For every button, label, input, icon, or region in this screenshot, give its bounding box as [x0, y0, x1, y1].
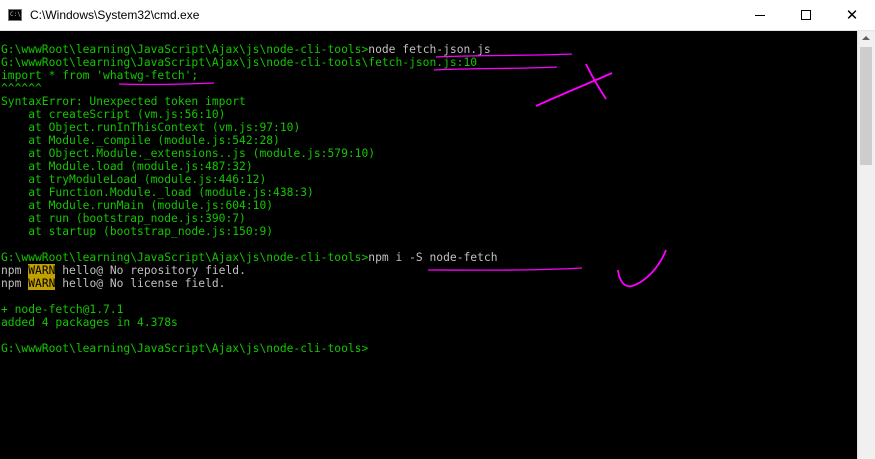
console-line: at startup (bootstrap_node.js:150:9) — [1, 225, 273, 238]
close-button[interactable]: ✕ — [829, 0, 875, 30]
warn-badge: WARN — [28, 277, 56, 290]
console-line: npm WARN hello@ No license field. — [1, 277, 225, 290]
console-line: G:\wwwRoot\learning\JavaScript\Ajax\js\n… — [1, 342, 368, 355]
stack-trace-line: at Module.runMain (module.js:604:10) — [1, 199, 274, 212]
console-error-location: G:\wwwRoot\learning\JavaScript\Ajax\js\n… — [1, 56, 478, 69]
console-error-source: import * from 'whatwg-fetch'; — [1, 69, 199, 82]
install-result: + node-fetch@1.7.1 — [1, 303, 124, 316]
console-line: npm WARN hello@ No repository field. — [1, 264, 246, 277]
title-bar[interactable]: C:\ C:\Windows\System32\cmd.exe ✕ — [0, 0, 875, 31]
console-line: added 4 packages in 4.378s — [1, 316, 178, 329]
vertical-scrollbar[interactable] — [857, 31, 875, 459]
console-line: import * from 'whatwg-fetch'; — [1, 69, 198, 82]
npm-label: npm — [1, 277, 29, 290]
console-line: ^^^^^^ — [1, 82, 42, 95]
console-prompt: G:\wwwRoot\learning\JavaScript\Ajax\js\n… — [1, 342, 369, 355]
stack-trace-line: at Object.runInThisContext (vm.js:97:10) — [1, 121, 301, 134]
cmd-window: C:\ C:\Windows\System32\cmd.exe ✕ G:\www… — [0, 0, 875, 459]
console-line: at Module.load (module.js:487:32) — [1, 160, 253, 173]
npm-label: npm — [1, 264, 29, 277]
warn-message: hello@ No license field. — [55, 277, 226, 290]
console-error-caret: ^^^^^^ — [1, 82, 42, 95]
maximize-button[interactable] — [783, 0, 829, 30]
console-line: G:\wwwRoot\learning\JavaScript\Ajax\js\n… — [1, 251, 498, 264]
stack-trace-line: at run (bootstrap_node.js:390:7) — [1, 212, 246, 225]
stack-trace-line: at tryModuleLoad (module.js:446:12) — [1, 173, 267, 186]
console-output[interactable]: G:\wwwRoot\learning\JavaScript\Ajax\js\n… — [0, 31, 857, 459]
console-line: at Module._compile (module.js:542:28) — [1, 134, 280, 147]
console-line: SyntaxError: Unexpected token import — [1, 95, 246, 108]
console-command: node fetch-json.js — [368, 43, 491, 56]
console-prompt: G:\wwwRoot\learning\JavaScript\Ajax\js\n… — [1, 251, 369, 264]
console-line: at Function.Module._load (module.js:438:… — [1, 186, 314, 199]
console-line: G:\wwwRoot\learning\JavaScript\Ajax\js\n… — [1, 56, 477, 69]
console-line: at createScript (vm.js:56:10) — [1, 108, 225, 121]
console-prompt: G:\wwwRoot\learning\JavaScript\Ajax\js\n… — [1, 43, 369, 56]
cmd-icon-text: C:\ — [10, 11, 21, 18]
console-line: + node-fetch@1.7.1 — [1, 303, 123, 316]
install-summary: added 4 packages in 4.378s — [1, 316, 178, 329]
stack-trace-line: at Module._compile (module.js:542:28) — [1, 134, 280, 147]
window-title: C:\Windows\System32\cmd.exe — [30, 8, 200, 22]
warn-message: hello@ No repository field. — [55, 264, 246, 277]
console-line: at tryModuleLoad (module.js:446:12) — [1, 173, 266, 186]
console-line: at Object.runInThisContext (vm.js:97:10) — [1, 121, 300, 134]
console-line: at run (bootstrap_node.js:390:7) — [1, 212, 246, 225]
stack-trace-line: at createScript (vm.js:56:10) — [1, 108, 226, 121]
console-line: at Object.Module._extensions..js (module… — [1, 147, 375, 160]
cmd-icon: C:\ — [8, 9, 22, 21]
stack-trace-line: at Function.Module._load (module.js:438:… — [1, 186, 314, 199]
console-line: at Module.runMain (module.js:604:10) — [1, 199, 273, 212]
maximize-icon — [801, 10, 811, 20]
scroll-up-icon[interactable] — [862, 36, 870, 40]
console-command: npm i -S node-fetch — [368, 251, 498, 264]
close-icon: ✕ — [845, 6, 859, 24]
minimize-icon — [755, 15, 765, 16]
stack-trace-line: at Module.load (module.js:487:32) — [1, 160, 253, 173]
warn-badge: WARN — [28, 264, 56, 277]
console-error-message: SyntaxError: Unexpected token import — [1, 95, 246, 108]
stack-trace-line: at startup (bootstrap_node.js:150:9) — [1, 225, 274, 238]
minimize-button[interactable] — [737, 0, 783, 30]
stack-trace-line: at Object.Module._extensions..js (module… — [1, 147, 376, 160]
console-line: G:\wwwRoot\learning\JavaScript\Ajax\js\n… — [1, 43, 491, 56]
scroll-thumb[interactable] — [860, 47, 872, 165]
